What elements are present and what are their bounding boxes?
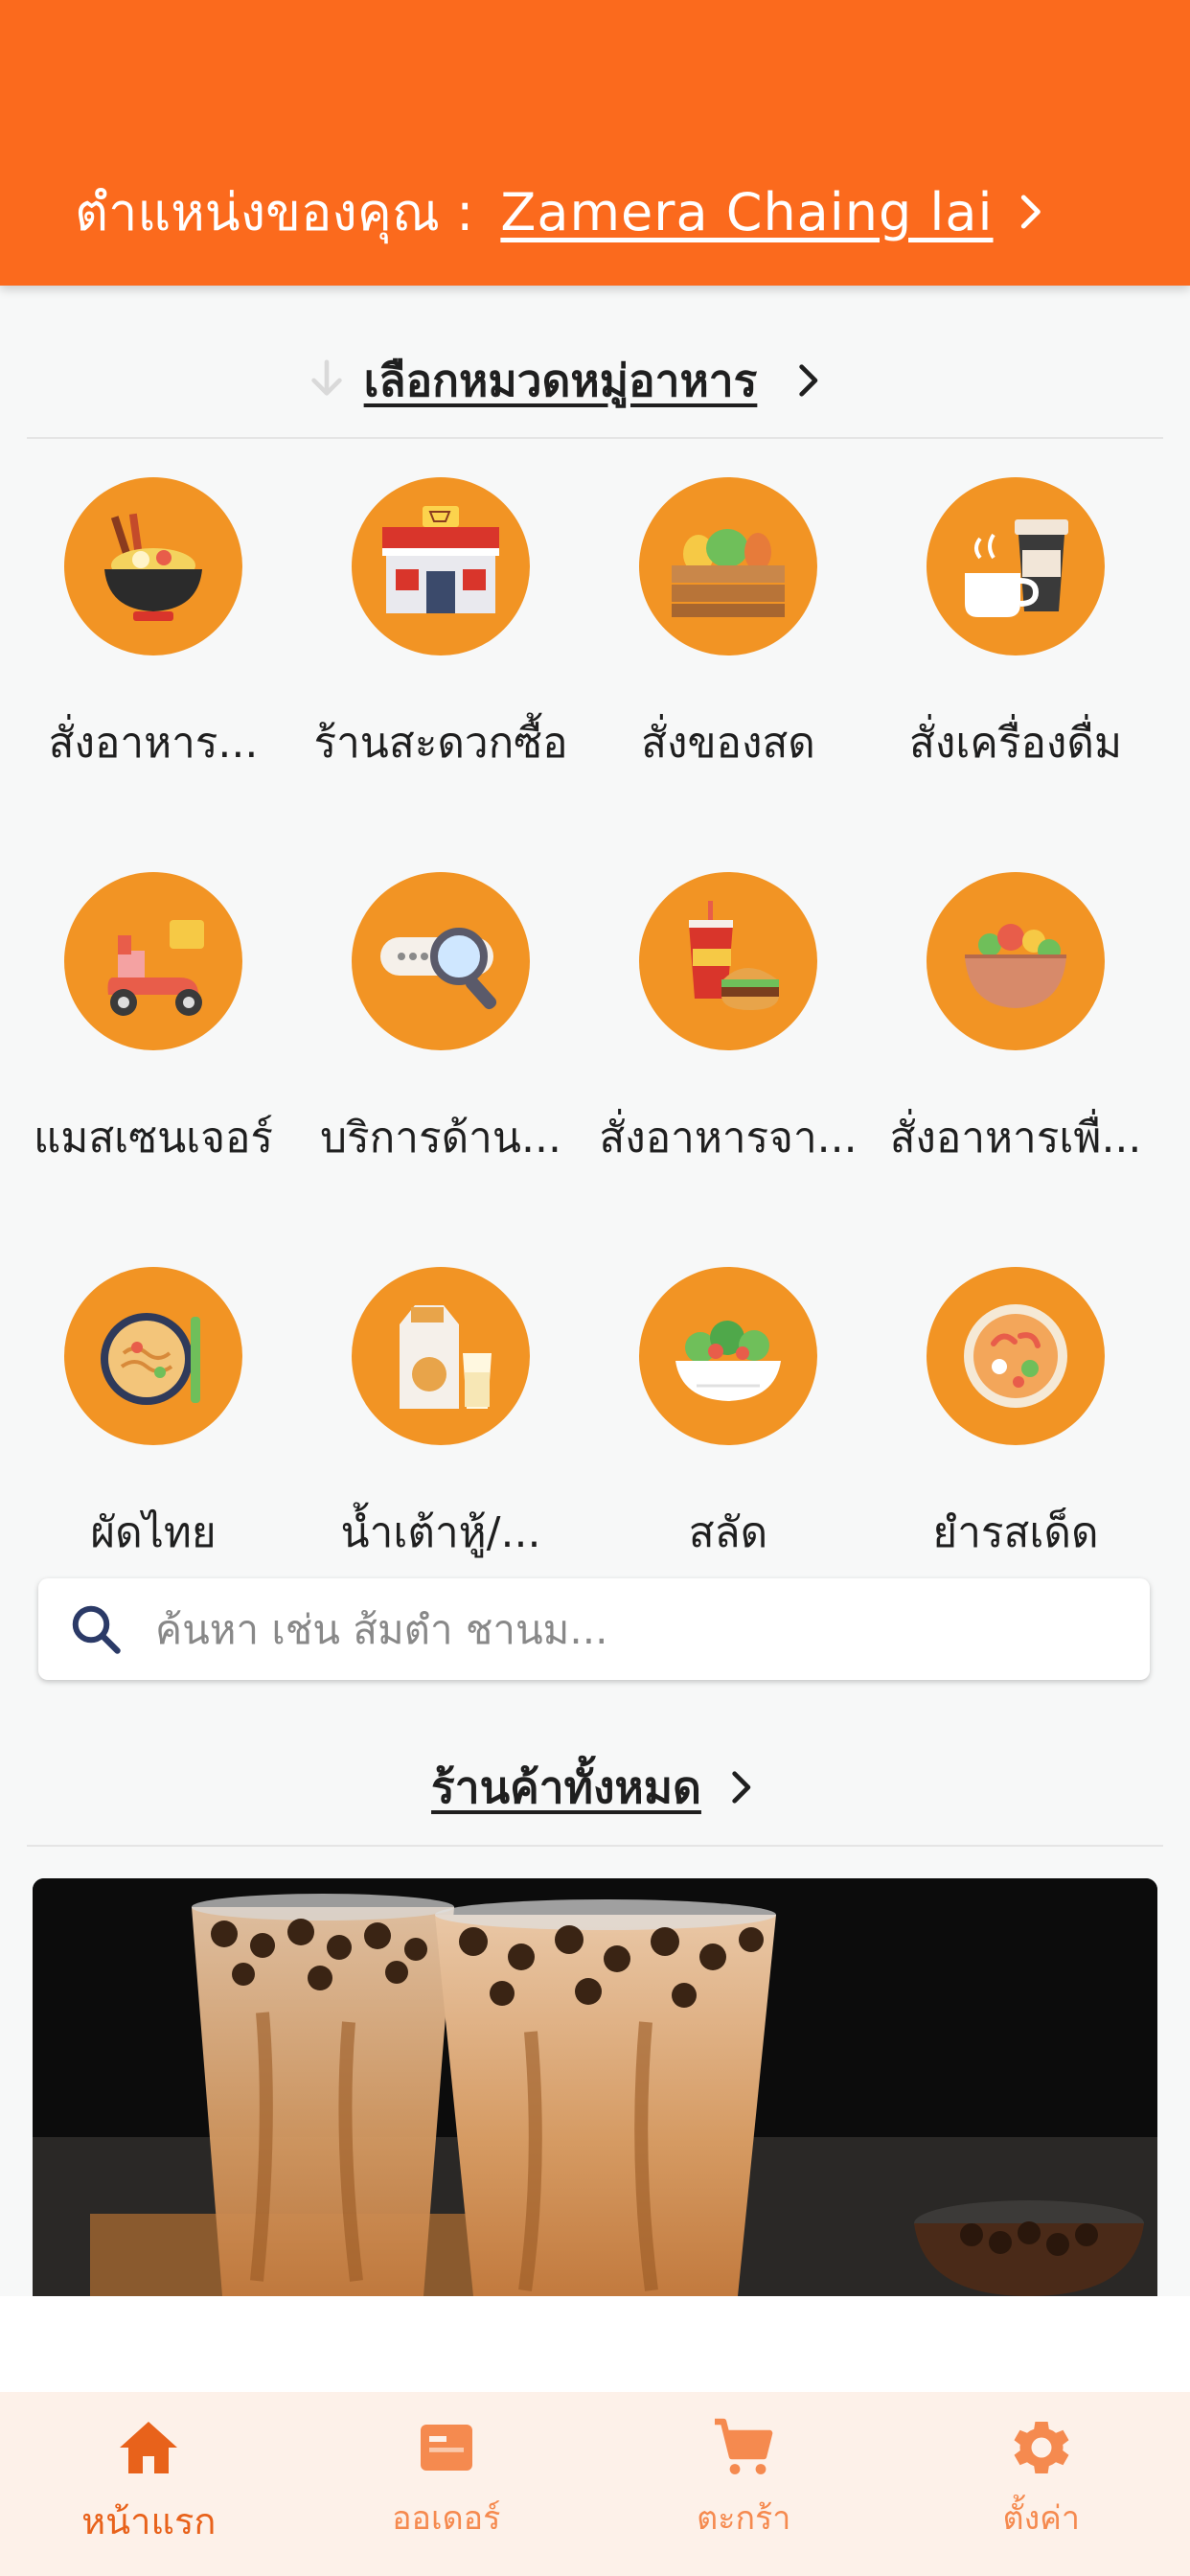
category-label: สลัด — [688, 1508, 768, 1557]
category-item[interactable]: สั่งเครื่องดื่ม — [872, 470, 1159, 843]
nav-cart-label: ตะกร้า — [697, 2499, 791, 2538]
delivery-scooter-icon — [64, 872, 242, 1050]
category-item[interactable]: สั่งอาหารเพื่... — [872, 864, 1159, 1238]
category-item[interactable]: สลัด — [584, 1259, 872, 1576]
category-item[interactable]: ร้านสะดวกซื้อ — [297, 470, 584, 843]
chevron-right-icon[interactable] — [790, 362, 826, 399]
search-service-icon — [352, 872, 530, 1050]
section-divider — [27, 1845, 1163, 1847]
nav-home[interactable]: หน้าแรก — [0, 2392, 298, 2576]
shop-card-image[interactable] — [33, 1878, 1157, 2296]
card-footer-area — [0, 2296, 1190, 2392]
nav-orders[interactable]: ออเดอร์ — [298, 2392, 596, 2576]
category-label: ยำรสเด็ด — [932, 1508, 1099, 1557]
location-label: ตำแหน่งของคุณ : — [75, 182, 474, 242]
coffee-drinks-icon — [927, 477, 1105, 656]
category-label: แมสเซนเจอร์ — [33, 1114, 274, 1162]
shops-section-title[interactable]: ร้านค้าทั้งหมด — [431, 1753, 701, 1823]
category-label: น้ำเต้าหู้/... — [340, 1508, 541, 1557]
search-input[interactable] — [153, 1604, 1121, 1654]
salad-bowl-icon — [639, 1267, 817, 1445]
category-label: บริการด้าน... — [320, 1114, 561, 1162]
category-label: สั่งอาหาร... — [48, 719, 259, 768]
convenience-store-icon — [352, 477, 530, 656]
shops-section-header[interactable]: ร้านค้าทั้งหมด — [0, 1754, 1190, 1821]
nav-home-label: หน้าแรก — [81, 2500, 217, 2542]
nav-settings-label: ตั้งค่า — [1002, 2499, 1081, 2538]
pad-thai-icon — [64, 1267, 242, 1445]
category-item[interactable]: สั่งอาหาร... — [10, 470, 297, 843]
app-header: ตำแหน่งของคุณ : Zamera Chaing lai — [0, 0, 1190, 286]
search-icon[interactable] — [67, 1600, 125, 1658]
chevron-right-icon[interactable] — [1011, 193, 1049, 231]
category-label: สั่งอาหารเพื่... — [889, 1114, 1142, 1162]
nav-orders-label: ออเดอร์ — [392, 2499, 501, 2538]
search-bar[interactable] — [38, 1578, 1150, 1680]
section-divider — [27, 437, 1163, 439]
receipt-icon[interactable] — [412, 2413, 481, 2482]
fast-food-icon — [639, 872, 817, 1050]
soy-milk-icon — [352, 1267, 530, 1445]
category-item[interactable]: สั่งของสด — [584, 470, 872, 843]
nav-settings[interactable]: ตั้งค่า — [893, 2392, 1190, 2576]
gear-icon[interactable] — [1007, 2413, 1076, 2482]
category-label: สั่งเครื่องดื่ม — [909, 719, 1122, 768]
spicy-salad-icon — [927, 1267, 1105, 1445]
fresh-produce-crate-icon — [639, 477, 817, 656]
category-label: ร้านสะดวกซื้อ — [313, 719, 568, 768]
category-grid: สั่งอาหาร... ร้านสะดวกซื้อ สั่งของสด สั่… — [0, 470, 1190, 1576]
category-label: สั่งอาหารจา... — [599, 1114, 858, 1162]
location-value[interactable]: Zamera Chaing lai — [500, 182, 993, 242]
location-selector[interactable]: ตำแหน่งของคุณ : Zamera Chaing lai — [75, 178, 1133, 245]
category-item[interactable]: ผัดไทย — [10, 1259, 297, 1576]
category-item[interactable]: บริการด้าน... — [297, 864, 584, 1238]
category-label: สั่งของสด — [641, 719, 815, 768]
category-item[interactable]: สั่งอาหารจา... — [584, 864, 872, 1238]
noodle-bowl-icon — [64, 477, 242, 656]
category-item[interactable]: แมสเซนเจอร์ — [10, 864, 297, 1238]
category-item[interactable]: น้ำเต้าหู้/... — [297, 1259, 584, 1576]
category-item[interactable]: ยำรสเด็ด — [872, 1259, 1159, 1576]
healthy-bowl-icon — [927, 872, 1105, 1050]
category-label: ผัดไทย — [90, 1508, 217, 1557]
cart-icon[interactable] — [709, 2413, 778, 2482]
category-section-title[interactable]: เลือกหมวดหมู่อาหาร — [364, 346, 758, 416]
chevron-right-icon[interactable] — [722, 1769, 759, 1806]
category-section-header[interactable]: เลือกหมวดหมู่อาหาร — [0, 347, 1190, 414]
home-icon[interactable] — [114, 2413, 183, 2482]
bottom-navigation: หน้าแรก ออเดอร์ ตะกร้า ตั้งค่า — [0, 2392, 1190, 2576]
nav-cart[interactable]: ตะกร้า — [595, 2392, 893, 2576]
